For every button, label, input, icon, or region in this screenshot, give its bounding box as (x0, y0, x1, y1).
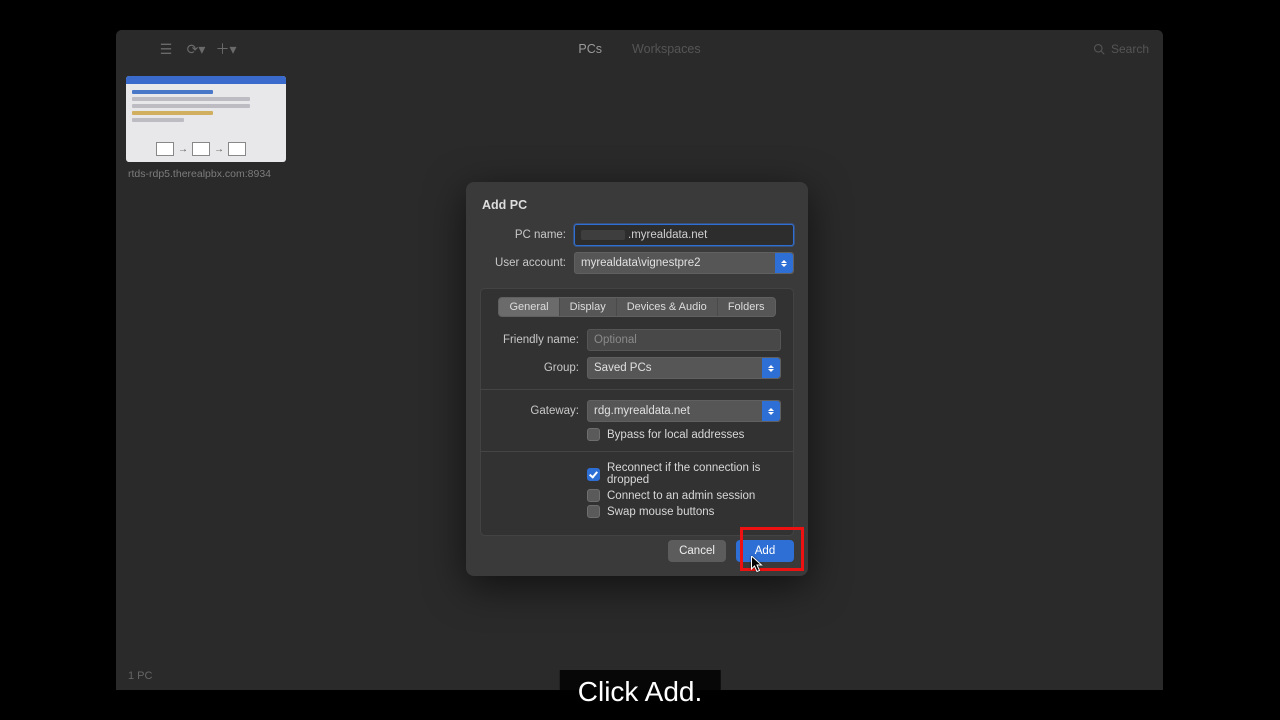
friendly-name-label: Friendly name: (493, 334, 587, 346)
refresh-icon[interactable]: ⟳▾ (184, 37, 208, 61)
search-icon (1093, 43, 1105, 55)
friendly-name-placeholder: Optional (594, 334, 637, 346)
swap-mouse-label: Swap mouse buttons (607, 506, 714, 518)
bypass-label: Bypass for local addresses (607, 429, 744, 441)
view-tabs: PCs Workspaces (578, 42, 700, 56)
dialog-tab-panel: General Display Devices & Audio Folders … (480, 288, 794, 536)
add-icon[interactable]: ＋▾ (214, 37, 238, 61)
pc-name-label: PC name: (480, 229, 574, 241)
list-view-icon[interactable]: ☰ (154, 37, 178, 61)
add-button[interactable]: Add (736, 540, 794, 562)
tab-pcs[interactable]: PCs (578, 42, 602, 56)
tab-general[interactable]: General (499, 298, 559, 316)
group-select[interactable]: Saved PCs (587, 357, 781, 379)
cancel-button[interactable]: Cancel (668, 540, 726, 562)
chevron-updown-icon (775, 253, 793, 273)
chevron-updown-icon (762, 401, 780, 421)
pc-name-input[interactable]: .myrealdata.net (574, 224, 794, 246)
user-account-select[interactable]: myrealdata\vignestpre2 (574, 252, 794, 274)
dialog-tabbar: General Display Devices & Audio Folders (498, 297, 775, 317)
tab-workspaces[interactable]: Workspaces (632, 42, 701, 56)
search-field[interactable]: Search (1093, 42, 1149, 56)
pc-thumbnail[interactable]: → → rtds-rdp5.therealpbx.com:8934 (126, 76, 286, 180)
admin-session-label: Connect to an admin session (607, 490, 755, 502)
pc-thumbnail-preview: → → (126, 76, 286, 162)
reconnect-checkbox[interactable] (587, 468, 600, 481)
admin-session-checkbox[interactable] (587, 489, 600, 502)
gateway-label: Gateway: (493, 405, 587, 417)
user-account-value: myrealdata\vignestpre2 (581, 257, 701, 269)
reconnect-label: Reconnect if the connection is dropped (607, 462, 781, 486)
tab-devices-audio[interactable]: Devices & Audio (617, 298, 718, 316)
bypass-checkbox[interactable] (587, 428, 600, 441)
group-label: Group: (493, 362, 587, 374)
toolbar: ☰ ⟳▾ ＋▾ PCs Workspaces Search (116, 30, 1163, 68)
dialog-title: Add PC (480, 198, 794, 212)
chevron-updown-icon (762, 358, 780, 378)
friendly-name-input[interactable]: Optional (587, 329, 781, 351)
tab-display[interactable]: Display (560, 298, 617, 316)
footer-count: 1 PC (128, 670, 152, 682)
gateway-select[interactable]: rdg.myrealdata.net (587, 400, 781, 422)
gateway-value: rdg.myrealdata.net (594, 405, 690, 417)
tab-folders[interactable]: Folders (718, 298, 775, 316)
add-pc-dialog: Add PC PC name: .myrealdata.net User acc… (466, 182, 808, 576)
group-value: Saved PCs (594, 362, 652, 374)
search-placeholder: Search (1111, 42, 1149, 56)
user-account-label: User account: (480, 257, 574, 269)
pc-thumbnail-label: rtds-rdp5.therealpbx.com:8934 (126, 168, 286, 180)
swap-mouse-checkbox[interactable] (587, 505, 600, 518)
dialog-buttons: Cancel Add (668, 540, 794, 562)
sidebar-toggle-icon[interactable] (124, 37, 148, 61)
pc-name-value: .myrealdata.net (628, 229, 707, 241)
instruction-caption: Click Add. (560, 670, 721, 714)
